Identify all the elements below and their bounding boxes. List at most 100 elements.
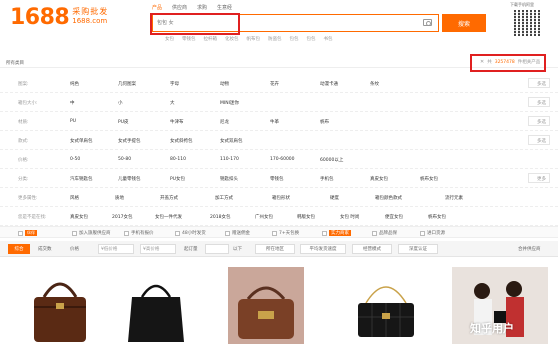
product-card[interactable]	[228, 267, 304, 344]
filter-option[interactable]: 牛津布	[170, 119, 184, 125]
tab-business[interactable]: 生意经	[217, 4, 232, 11]
product-card[interactable]	[118, 267, 194, 344]
filter-option[interactable]: 2017女包	[112, 214, 132, 220]
filter-option[interactable]: 帆布女包	[420, 176, 438, 182]
filter-option[interactable]: MINI迷你	[220, 100, 239, 106]
filter-option[interactable]: 0-50	[70, 157, 80, 162]
filter-option[interactable]: 儿童零钱包	[118, 176, 141, 182]
filter-dropdown[interactable]: 硬度	[330, 195, 339, 201]
multi-select-label: 多选	[537, 82, 546, 87]
auth-dropdown[interactable]: 深度认证	[398, 244, 438, 254]
price-to-input[interactable]: ¥高价格	[140, 244, 176, 254]
location-dropdown[interactable]: 所在地区	[255, 244, 295, 254]
filter-option[interactable]: 170-60000	[270, 157, 295, 162]
checkbox-mobile-quote[interactable]: 手机有报价	[124, 230, 154, 236]
tab-request[interactable]: 求购	[197, 4, 207, 11]
filter-dropdown[interactable]: 质地	[115, 195, 124, 201]
filter-option[interactable]: 60000以上	[320, 157, 343, 163]
delivery-dropdown[interactable]: 平均发货速度	[300, 244, 346, 254]
filter-option[interactable]: 动漫卡通	[320, 81, 338, 87]
filter-option[interactable]: 花卉	[270, 81, 279, 87]
checkbox-brand[interactable]: 品牌品保	[372, 230, 397, 236]
filter-option[interactable]: 女式斜挎包	[170, 138, 193, 144]
breadcrumb[interactable]: 所有类目	[6, 60, 24, 66]
filter-option[interactable]: 中	[70, 100, 75, 106]
tab-product[interactable]: 产品	[152, 4, 162, 11]
checkbox-label: 加入旗舰供应商	[79, 231, 111, 236]
checkbox-7day[interactable]: 7+天包换	[272, 230, 299, 236]
filter-option[interactable]: 手机包	[320, 176, 334, 182]
checkbox-strong-merchant[interactable]: 实力商家	[322, 230, 351, 236]
filter-option[interactable]: 50-80	[118, 157, 131, 162]
model-dropdown[interactable]: 经营模式	[352, 244, 392, 254]
hot-word[interactable]: 防盗包	[268, 36, 282, 42]
hot-word[interactable]: 书包	[324, 36, 333, 42]
product-card[interactable]	[348, 267, 424, 344]
sort-price[interactable]: 价格	[70, 246, 79, 252]
search-button[interactable]: 搜索	[442, 14, 486, 32]
moq-input[interactable]	[205, 244, 229, 254]
filter-option[interactable]: 女式单肩包	[70, 138, 93, 144]
filter-row: 更多属性: 风格 质地 开盖方式 加工方式 箱包形状 硬度 箱包颜色款式 流行元…	[0, 188, 558, 207]
filter-dropdown[interactable]: 箱包形状	[272, 195, 290, 201]
product-card[interactable]	[22, 267, 98, 344]
filter-option[interactable]: 字母	[170, 81, 179, 87]
filter-option[interactable]: 尼龙	[220, 119, 229, 125]
filter-option[interactable]: 真皮女包	[70, 214, 88, 220]
hot-word[interactable]: 包包	[307, 36, 316, 42]
logo[interactable]: 1688 采购批发 1688.com	[10, 6, 108, 30]
filter-option[interactable]: PU皮	[118, 119, 129, 125]
page: { "header": { "logo_number": "1688", "lo…	[0, 0, 558, 344]
filter-dropdown[interactable]: 箱包颜色款式	[375, 195, 402, 201]
product-image	[34, 282, 86, 342]
filter-option[interactable]: 帆布女包	[428, 214, 446, 220]
filter-option[interactable]: 几何图案	[118, 81, 136, 87]
filter-option[interactable]: 大	[170, 100, 175, 106]
checkbox-partner[interactable]: 伙伴	[18, 230, 37, 236]
filter-option[interactable]: 便宜女包	[385, 214, 403, 220]
filter-option[interactable]: 110-170	[220, 157, 239, 162]
filter-option[interactable]: 女包 时尚	[340, 214, 359, 220]
checkbox-48h[interactable]: 48小时发货	[175, 230, 206, 236]
checkbox-commission[interactable]: 赠送佣金	[225, 230, 250, 236]
filter-option[interactable]: 女包一件代发	[155, 214, 182, 220]
filter-option[interactable]: 帆布	[320, 119, 329, 125]
filter-option[interactable]: PU	[70, 119, 76, 124]
filter-dropdown[interactable]: 加工方式	[215, 195, 233, 201]
filter-option[interactable]: 80-110	[170, 157, 186, 162]
filter-option[interactable]: 牛革	[270, 119, 279, 125]
filter-option[interactable]: PU女包	[170, 176, 185, 182]
filter-option[interactable]: 真皮女包	[370, 176, 388, 182]
filter-option[interactable]: 广州女包	[255, 214, 273, 220]
filter-option[interactable]: 零钱包	[270, 176, 284, 182]
checkbox-flagship[interactable]: 加入旗舰供应商	[72, 230, 111, 236]
filter-option[interactable]: 小	[118, 100, 123, 106]
hot-word[interactable]: 零钱包	[182, 36, 196, 42]
hot-word[interactable]: 女包	[165, 36, 174, 42]
hot-word[interactable]: 帆布包	[247, 36, 261, 42]
watermark: 知乎用户	[470, 322, 514, 335]
filter-dropdown[interactable]: 流行元素	[445, 195, 463, 201]
filter-option[interactable]: 条纹	[370, 81, 379, 87]
filter-option[interactable]: 纯色	[70, 81, 79, 87]
filter-option[interactable]: 女式手提包	[118, 138, 141, 144]
filter-option[interactable]: 汽车钥匙包	[70, 176, 93, 182]
filter-option[interactable]: 女式双肩包	[220, 138, 243, 144]
checkbox-import[interactable]: 进口货源	[420, 230, 445, 236]
sort-default-button[interactable]: 综合	[8, 244, 30, 254]
hot-word[interactable]: 化妆包	[225, 36, 239, 42]
merge-supplier-link[interactable]: 合并供应商	[518, 246, 541, 252]
filter-option[interactable]: 韩版女包	[297, 214, 315, 220]
tab-supplier[interactable]: 供应商	[172, 4, 187, 11]
filter-option[interactable]: 动物	[220, 81, 229, 87]
filter-dropdown[interactable]: 开盖方式	[160, 195, 178, 201]
filter-dropdown[interactable]: 风格	[70, 195, 79, 201]
hot-word[interactable]: 拉杆箱	[204, 36, 218, 42]
filter-option[interactable]: 2018女包	[210, 214, 230, 220]
checkbox-label: 赠送佣金	[232, 231, 250, 236]
camera-icon[interactable]	[423, 19, 432, 26]
sort-sales[interactable]: 成交数	[38, 246, 52, 252]
filter-option[interactable]: 钥匙扣头	[220, 176, 238, 182]
hot-word[interactable]: 包包	[290, 36, 299, 42]
price-from-input[interactable]: ¥低价格	[98, 244, 134, 254]
